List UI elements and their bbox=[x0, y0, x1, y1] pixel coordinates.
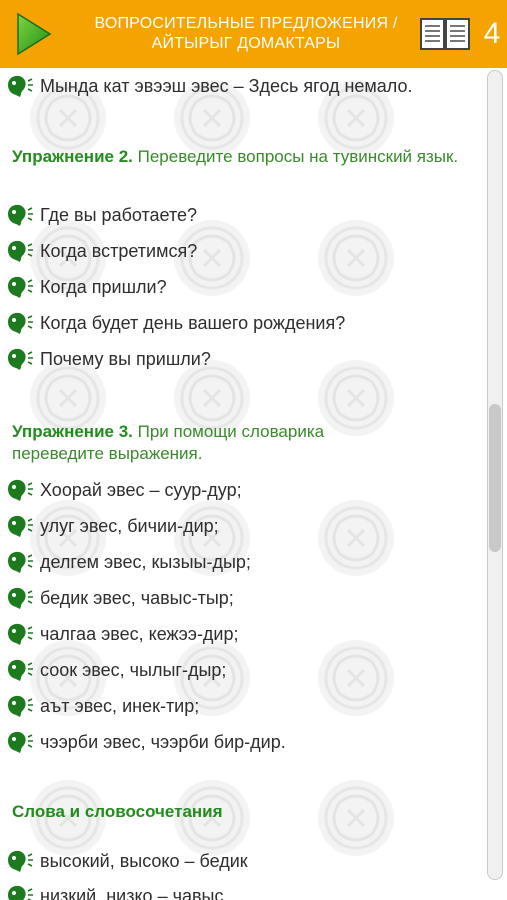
speaker-icon[interactable] bbox=[4, 73, 38, 99]
page-title-line1: ВОПРОСИТЕЛЬНЫЕ ПРЕДЛОЖЕНИЯ / bbox=[94, 15, 398, 32]
phrase-item[interactable]: чалгаа эвес, кежээ-дир; bbox=[4, 620, 239, 648]
exercise-2-text: Переведите вопросы на тувинский язык. bbox=[137, 147, 459, 166]
exercise-2-label: Упражнение 2. bbox=[12, 147, 133, 166]
phrase-item[interactable]: Когда пришли? bbox=[4, 273, 167, 301]
phrase-text: бедик эвес, чавыс-тыр; bbox=[40, 587, 234, 608]
phrase-text: соок эвес, чылыг-дыр; bbox=[40, 659, 227, 680]
phrase-item[interactable]: делгем эвес, кызыы-дыр; bbox=[4, 548, 251, 576]
phrase-text: низкий, низко – чавыс bbox=[40, 885, 224, 900]
book-icon[interactable] bbox=[420, 17, 470, 51]
exercise-3-label: Упражнение 3. bbox=[12, 422, 133, 441]
phrase-text: Где вы работаете? bbox=[40, 204, 198, 225]
play-icon[interactable] bbox=[10, 12, 54, 56]
phrase-item[interactable]: соок эвес, чылыг-дыр; bbox=[4, 656, 226, 684]
exercise-3-text-line1: При помощи словарика bbox=[137, 422, 325, 441]
speaker-icon[interactable] bbox=[4, 693, 38, 719]
speaker-icon[interactable] bbox=[4, 513, 38, 539]
phrase-item[interactable]: Когда встретимся? bbox=[4, 237, 197, 265]
speaker-icon[interactable] bbox=[4, 729, 38, 755]
exercise-3-text-line2: переведите выражения. bbox=[12, 444, 203, 463]
phrase-item[interactable]: улуг эвес, бичии-дир; bbox=[4, 512, 219, 540]
phrase-text: Когда будет день вашего рождения? bbox=[40, 312, 346, 333]
phrase-text: чээрби эвес, чээрби бир-дир. bbox=[40, 731, 286, 752]
speaker-icon[interactable] bbox=[4, 585, 38, 611]
speaker-icon[interactable] bbox=[4, 883, 38, 900]
speaker-icon[interactable] bbox=[4, 310, 38, 336]
phrase-text: чалгаа эвес, кежээ-дир; bbox=[40, 623, 239, 644]
lesson-content: Мында кат эвээш эвес – Здесь ягод немало… bbox=[0, 68, 485, 900]
phrase-item[interactable]: бедик эвес, чавыс-тыр; bbox=[4, 584, 234, 612]
phrase-text: Мында кат эвээш эвес – Здесь ягод немало… bbox=[40, 75, 413, 96]
phrase-text: Хоорай эвес – суур-дур; bbox=[40, 479, 242, 500]
page-number: 4 bbox=[483, 17, 501, 50]
phrase-text: аът эвес, инек-тир; bbox=[40, 695, 200, 716]
phrase-item[interactable]: аът эвес, инек-тир; bbox=[4, 692, 199, 720]
page-title-line2: АЙТЫРЫГ ДОМАКТАРЫ bbox=[151, 35, 341, 52]
header-bar: ВОПРОСИТЕЛЬНЫЕ ПРЕДЛОЖЕНИЯ / АЙТЫРЫГ ДОМ… bbox=[0, 0, 507, 68]
exercise-3-heading: Упражнение 3. При помощи словарика перев… bbox=[12, 421, 482, 465]
phrase-item[interactable]: Хоорай эвес – суур-дур; bbox=[4, 476, 242, 504]
phrase-item[interactable]: Мында кат эвээш эвес – Здесь ягод немало… bbox=[4, 72, 413, 100]
speaker-icon[interactable] bbox=[4, 549, 38, 575]
words-section-title: Слова и словосочетания bbox=[12, 802, 223, 821]
speaker-icon[interactable] bbox=[4, 274, 38, 300]
phrase-text: улуг эвес, бичии-дир; bbox=[40, 515, 219, 536]
phrase-item[interactable]: Когда будет день вашего рождения? bbox=[4, 309, 345, 337]
phrase-text: Когда встретимся? bbox=[40, 240, 198, 261]
exercise-2-heading: Упражнение 2. Переведите вопросы на туви… bbox=[12, 146, 482, 168]
phrase-item[interactable]: высокий, высоко – бедик bbox=[4, 847, 248, 875]
page-title: ВОПРОСИТЕЛЬНЫЕ ПРЕДЛОЖЕНИЯ / АЙТЫРЫГ ДОМ… bbox=[70, 14, 422, 54]
speaker-icon[interactable] bbox=[4, 238, 38, 264]
phrase-text: Почему вы пришли? bbox=[40, 348, 211, 369]
phrase-text: высокий, высоко – бедик bbox=[40, 850, 248, 871]
speaker-icon[interactable] bbox=[4, 346, 38, 372]
speaker-icon[interactable] bbox=[4, 202, 38, 228]
phrase-item[interactable]: Почему вы пришли? bbox=[4, 345, 211, 373]
speaker-icon[interactable] bbox=[4, 477, 38, 503]
speaker-icon[interactable] bbox=[4, 657, 38, 683]
scrollbar-thumb[interactable] bbox=[489, 404, 501, 552]
phrase-text: делгем эвес, кызыы-дыр; bbox=[40, 551, 251, 572]
speaker-icon[interactable] bbox=[4, 848, 38, 874]
phrase-item[interactable]: низкий, низко – чавыс bbox=[4, 882, 223, 900]
phrase-text: Когда пришли? bbox=[40, 276, 167, 297]
phrase-item[interactable]: чээрби эвес, чээрби бир-дир. bbox=[4, 728, 286, 756]
speaker-icon[interactable] bbox=[4, 621, 38, 647]
phrase-item[interactable]: Где вы работаете? bbox=[4, 201, 197, 229]
